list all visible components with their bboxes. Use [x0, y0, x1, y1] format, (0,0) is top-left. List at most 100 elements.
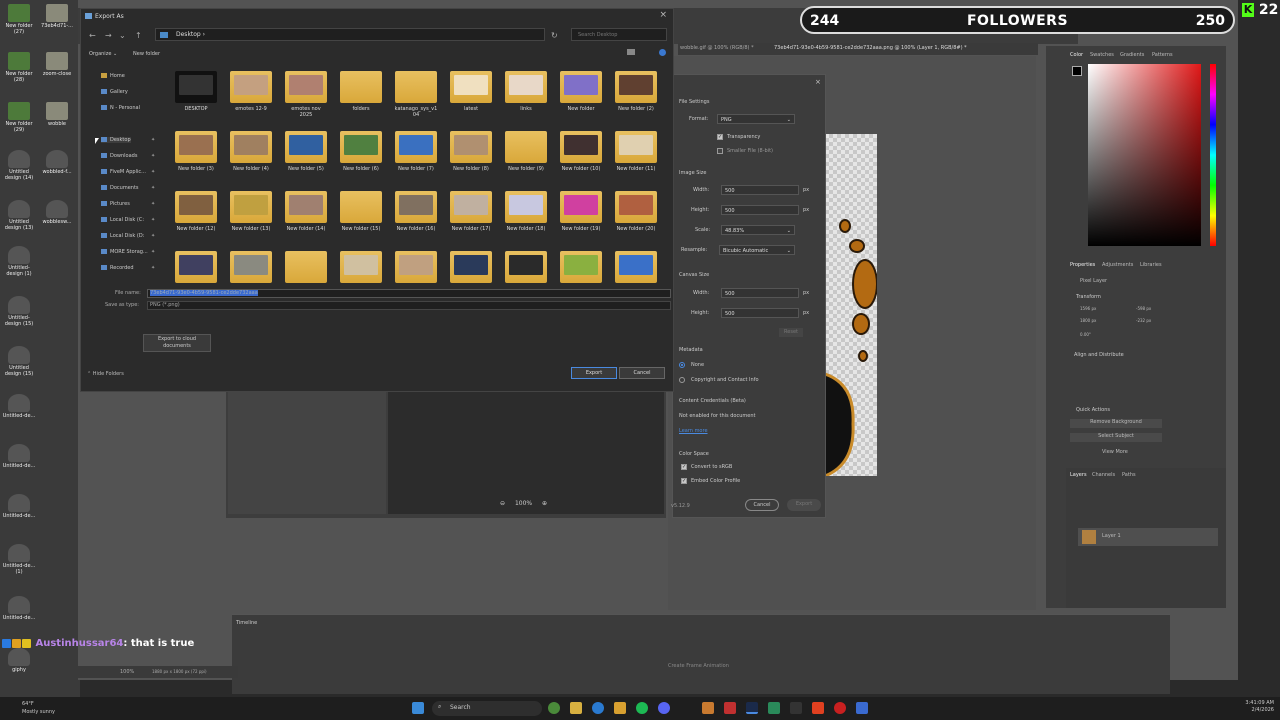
brave-icon[interactable] — [812, 702, 824, 714]
cancel-button[interactable]: Cancel — [619, 367, 665, 379]
settings-export-button[interactable]: Export — [787, 499, 821, 511]
hue-slider[interactable] — [1210, 64, 1216, 246]
refresh-icon[interactable]: ↻ — [551, 31, 558, 40]
view-more-button[interactable]: View More — [1102, 449, 1128, 455]
desktop-icon[interactable]: wobblesw... — [38, 200, 76, 226]
folder-icon[interactable] — [614, 702, 626, 714]
save-type-select[interactable]: PNG (*.png) — [147, 301, 671, 310]
smaller-file-checkbox[interactable] — [717, 148, 723, 154]
nav-item[interactable]: Local Disk (D: ✦ — [101, 233, 155, 239]
app-icon[interactable] — [702, 702, 714, 714]
foreground-swatch[interactable] — [1072, 66, 1082, 76]
desktop-icon[interactable]: New folder (27) — [0, 4, 38, 36]
file-item[interactable]: folders — [334, 71, 388, 112]
zoom-in-icon[interactable]: ⊕ — [542, 500, 547, 507]
desktop-icon[interactable]: Untitled design (15) — [0, 346, 38, 378]
x-value[interactable]: -598 px — [1136, 306, 1151, 311]
nav-item[interactable]: Downloads ✦ — [101, 153, 155, 159]
help-icon[interactable] — [659, 49, 666, 56]
desktop-icon[interactable]: New folder (29) — [0, 102, 38, 134]
nav-item[interactable]: Pictures ✦ — [101, 201, 155, 207]
file-item[interactable]: New folder (7) — [389, 131, 443, 172]
file-item[interactable]: New folder (2) — [609, 71, 663, 112]
file-item[interactable]: New folder (18) — [499, 191, 553, 232]
desktop-icon[interactable]: wobble — [38, 102, 76, 128]
file-item[interactable]: latest — [444, 71, 498, 112]
meta-none-radio[interactable] — [679, 362, 685, 368]
export-to-cloud-button[interactable]: Export to cloud documents — [143, 334, 211, 352]
address-input[interactable]: Desktop › — [155, 28, 545, 41]
file-item[interactable]: links — [499, 71, 553, 112]
tab-channels[interactable]: Channels — [1092, 472, 1115, 478]
file-item[interactable] — [224, 251, 278, 286]
close-icon[interactable]: × — [815, 78, 821, 86]
tab-properties[interactable]: Properties — [1070, 262, 1095, 268]
y-value[interactable]: -232 px — [1136, 318, 1151, 323]
desktop-icon[interactable]: Untitled-de... — [0, 596, 38, 622]
file-item[interactable]: New folder — [554, 71, 608, 112]
file-item[interactable] — [554, 251, 608, 286]
file-name-input[interactable]: 73eb4d71-93e0-4b59-9581-ce2dde732aaa — [147, 289, 671, 298]
taskbar-search[interactable]: ⌕ Search — [432, 701, 542, 716]
transparency-checkbox[interactable]: ✓ — [717, 134, 723, 140]
organize-menu[interactable]: Organize ⌄ — [89, 51, 117, 57]
tab-adjustments[interactable]: Adjustments — [1102, 262, 1133, 268]
layer-name[interactable]: Layer 1 — [1102, 533, 1121, 539]
file-item[interactable]: New folder (19) — [554, 191, 608, 232]
photoshop-icon[interactable] — [746, 702, 758, 714]
desktop-icon[interactable]: zoom-close — [38, 52, 76, 78]
nav-item[interactable]: Home — [101, 73, 125, 79]
tab-libraries[interactable]: Libraries — [1140, 262, 1162, 268]
convert-srgb-checkbox[interactable]: ✓ — [681, 464, 687, 470]
settings-cancel-button[interactable]: Cancel — [745, 499, 779, 511]
file-item[interactable]: New folder (14) — [279, 191, 333, 232]
file-item[interactable]: New folder (11) — [609, 131, 663, 172]
file-item[interactable]: emotes nov 2025 — [279, 71, 333, 118]
desktop-icon[interactable]: Untitled-de... — [0, 494, 38, 520]
nav-item[interactable]: Recorded ✦ — [101, 265, 155, 271]
file-item[interactable]: New folder (20) — [609, 191, 663, 232]
zoom-status[interactable]: 100% — [120, 669, 134, 675]
back-icon[interactable]: ← — [89, 31, 96, 40]
file-item[interactable] — [444, 251, 498, 286]
tab-color[interactable]: Color — [1070, 52, 1083, 58]
forward-icon[interactable]: → — [105, 31, 112, 40]
file-item[interactable]: New folder (17) — [444, 191, 498, 232]
file-item[interactable] — [169, 251, 223, 286]
weather-widget[interactable]: 64°F Mostly sunny — [22, 700, 55, 716]
terminal-icon[interactable] — [790, 702, 802, 714]
file-item[interactable]: DESKTOP — [169, 71, 223, 112]
obs-icon[interactable] — [834, 702, 846, 714]
tab-gradients[interactable]: Gradients — [1120, 52, 1144, 58]
w-value[interactable]: 1596 px — [1080, 306, 1096, 311]
desktop-icon[interactable]: Untitled- design (15) — [0, 296, 38, 328]
file-explorer-icon[interactable] — [570, 702, 582, 714]
up-icon[interactable]: ↑ — [135, 31, 142, 40]
layer-row[interactable]: Layer 1 — [1078, 528, 1218, 546]
canvas-width-input[interactable]: 500 — [721, 288, 799, 298]
recent-icon[interactable]: ⌄ — [119, 31, 126, 40]
close-icon[interactable]: × — [659, 10, 667, 20]
tab-wobble[interactable]: wobble.gif @ 100% (RGB/8) * — [680, 45, 754, 51]
file-item[interactable]: New folder (5) — [279, 131, 333, 172]
desktop-icon[interactable]: wobbled-f... — [38, 150, 76, 176]
view-icon[interactable] — [627, 49, 635, 55]
desktop-icon[interactable]: Untitled design (14) — [0, 150, 38, 182]
start-icon[interactable] — [412, 702, 424, 714]
file-item[interactable]: New folder (12) — [169, 191, 223, 232]
new-folder-button[interactable]: New folder — [133, 51, 160, 57]
file-item[interactable]: New folder (16) — [389, 191, 443, 232]
tab-active-doc[interactable]: 73eb4d71-93e0-4b59-9581-ce2dde732aaa.png… — [774, 45, 967, 51]
file-item[interactable] — [389, 251, 443, 286]
desktop-icon[interactable]: Untitled- design (1) — [0, 246, 38, 278]
file-item[interactable] — [609, 251, 663, 286]
tab-paths[interactable]: Paths — [1122, 472, 1136, 478]
desktop-icon[interactable]: New folder (28) — [0, 52, 38, 84]
nav-item[interactable]: MORE Storag... ✦ — [101, 249, 155, 255]
nav-item[interactable]: N - Personal — [101, 105, 140, 111]
desktop-icon[interactable]: Untitled-de... — [0, 444, 38, 470]
discord-icon[interactable] — [658, 702, 670, 714]
file-item[interactable] — [334, 251, 388, 286]
file-item[interactable]: katanago_sys_v1 04 — [389, 71, 443, 118]
resample-select[interactable]: Bicubic Automatic ⌄ — [719, 245, 795, 255]
